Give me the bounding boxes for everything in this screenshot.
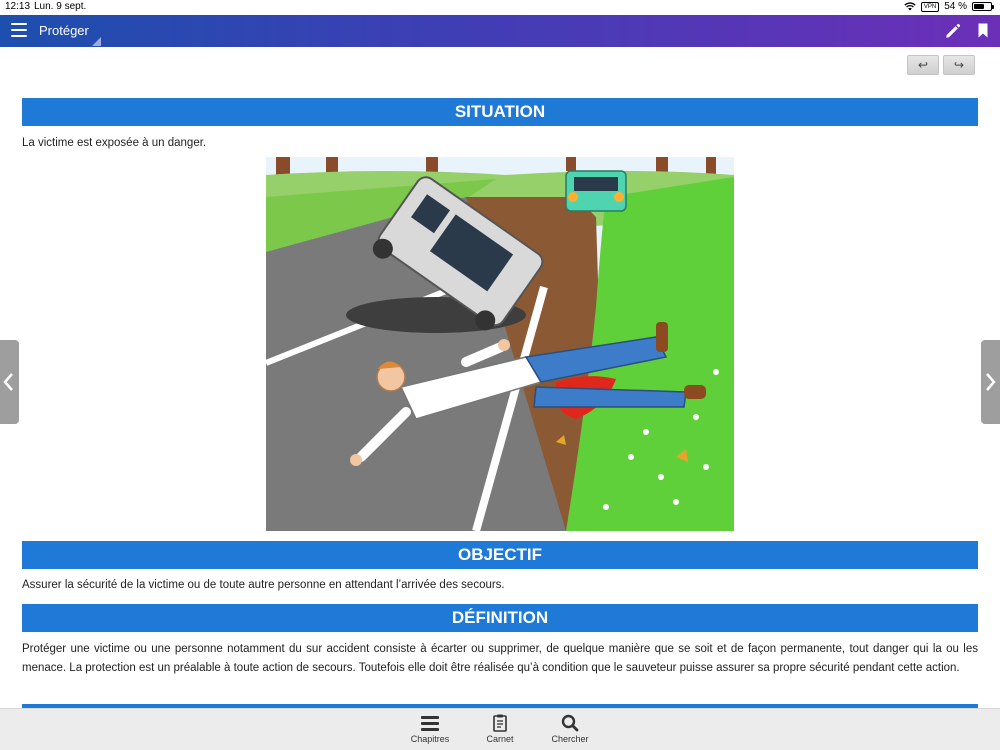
- battery-percent: 54 %: [944, 1, 967, 12]
- tab-chapitres-label: Chapitres: [410, 734, 450, 744]
- tab-chercher-label: Chercher: [551, 734, 589, 744]
- definition-text: Protéger une victime ou une personne not…: [22, 643, 978, 674]
- objectif-text: Assurer la sécurité de la victime ou de …: [22, 579, 505, 591]
- app-screen: 12:13 Lun. 9 sept. VPN 54 % Protéger ↩ ↪: [0, 0, 1000, 750]
- vpn-badge: VPN: [920, 1, 940, 12]
- bottom-tab-bar: Chapitres Carnet Chercher: [0, 708, 1000, 750]
- next-page-button[interactable]: [981, 340, 1000, 424]
- search-icon: [561, 714, 579, 732]
- undo-button[interactable]: ↩: [907, 55, 939, 75]
- hamburger-menu-icon[interactable]: [11, 23, 27, 37]
- tab-chapitres[interactable]: Chapitres: [400, 714, 460, 744]
- list-icon: [421, 716, 439, 731]
- accident-illustration: [266, 157, 734, 531]
- section-header-objectif: OBJECTIF: [22, 541, 978, 569]
- section-header-definition: DÉFINITION: [22, 604, 978, 632]
- status-time: 12:13: [5, 1, 31, 12]
- undo-redo-group: ↩ ↪: [907, 55, 975, 75]
- status-bar: 12:13 Lun. 9 sept. VPN 54 %: [0, 0, 1000, 15]
- clipboard-icon: [493, 714, 507, 732]
- situation-text: La victime est exposée à un danger.: [22, 137, 207, 149]
- nav-bar: Protéger: [0, 15, 1000, 47]
- page-curl-icon: [92, 37, 101, 46]
- chevron-left-icon: [3, 373, 13, 391]
- previous-page-button[interactable]: [0, 340, 19, 424]
- bookmark-icon[interactable]: [978, 23, 988, 38]
- tab-carnet[interactable]: Carnet: [470, 714, 530, 744]
- tab-carnet-label: Carnet: [486, 734, 514, 744]
- page-title: Protéger: [39, 23, 89, 38]
- redo-button[interactable]: ↪: [943, 55, 975, 75]
- chevron-right-icon: [986, 373, 996, 391]
- status-right: VPN 54 %: [904, 1, 994, 12]
- wifi-icon: [904, 2, 916, 11]
- section-header-situation: SITUATION: [22, 98, 978, 126]
- battery-icon: [972, 2, 994, 11]
- tab-chercher[interactable]: Chercher: [540, 714, 600, 744]
- status-date: Lun. 9 sept.: [34, 1, 87, 12]
- pencil-icon[interactable]: [944, 22, 962, 40]
